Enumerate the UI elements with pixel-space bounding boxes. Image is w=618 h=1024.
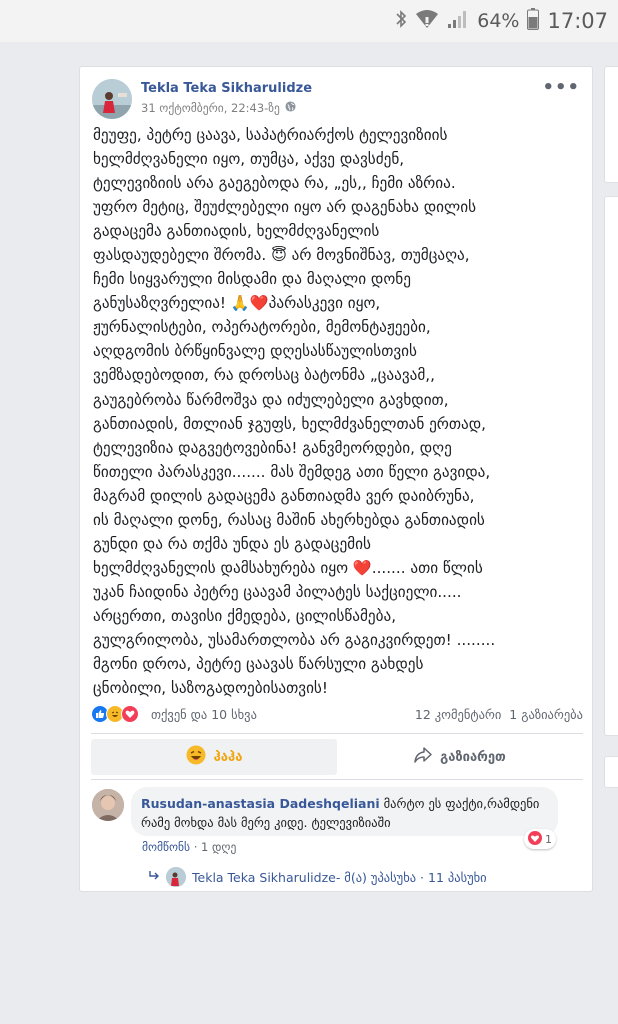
comment-reaction-badge[interactable]: 1 [524, 829, 556, 849]
side-card [604, 756, 618, 788]
post-text-line: ფასდაუდებელი შრომა. 😇 არ მოვნიშნავ, თუმც… [93, 246, 470, 265]
share-icon [414, 747, 432, 767]
post-text-line: უკან ჩაიდინა პეტრე ცაავამ პილატეს საქციე… [93, 582, 462, 601]
post-text-line: ტელევიზია დაგვეტოვებინა! განვმეორდები, დ… [93, 438, 452, 457]
battery-percent: 64% [477, 10, 520, 32]
post-text-line: უფრო მეტიც, შეუძლებელი იყო არ დაგენახა დ… [93, 198, 477, 217]
post-text-line: ჟურნალისტები, ოპერატორები, მემონტაჟეები, [93, 318, 431, 337]
reactors-text[interactable]: თქვენ და 10 სხვა [151, 707, 257, 722]
reactions-summary[interactable]: თქვენ და 10 სხვა 12 კომენტარი 1 გაზიარებ… [91, 705, 583, 727]
reaction-label: ჰაჰა [213, 749, 243, 765]
comment-like-link[interactable]: მომწონს [142, 840, 190, 854]
post-text-line: ჩემი სიყვარული მისდამი და მაღალი დონე [93, 270, 411, 289]
replies-text: Tekla Teka Sikharulidze- მ(ა) უპასუხა · … [192, 869, 487, 885]
post-text-line: აღდგომის ბრწყინვალე დღესასწაულისთვის [93, 342, 417, 361]
love-reaction-icon [121, 705, 139, 723]
post-text-line: არცერთი, თავისი ქმედება, ცილისწამება, [93, 606, 397, 625]
bluetooth-icon [395, 9, 407, 33]
globe-icon [285, 101, 296, 115]
post-meta: 31 ოქტომბერი, 22:43-ზე [141, 101, 296, 115]
post-text-line: ცნობილი, საზოგადოებისათვის! [93, 679, 328, 698]
post-text-line: გაუგებრობა წარმოშვა და იძულებელი გავხდით… [93, 390, 449, 409]
post-text-line: გუნდი და რა თქმა უნდა ეს გადაცემის [93, 534, 371, 553]
post-text-line: განუსაზღვრელია! 🙏❤️პარასკევი იყო, [93, 294, 381, 313]
post-text-line: მაგრამ დილის გადაცემა განთიადმა ვერ დაიბ… [93, 486, 475, 505]
post-text-line: გადაცემა განთიადის, ხელმძღვანელის [93, 222, 380, 241]
post-text-line: ტელევიზიის არა გაეგებოდა რა, „ეს,, ჩემი … [93, 174, 456, 193]
reply-arrow-icon [148, 870, 160, 885]
more-options-icon[interactable]: ••• [542, 77, 580, 98]
comment-bubble: Rusudan-anastasia Dadeshqeliani მარტო ეს… [131, 787, 558, 836]
post-timestamp[interactable]: 31 ოქტომბერი, 22:43-ზე [141, 101, 280, 115]
wifi-icon [415, 9, 439, 33]
author-avatar[interactable] [92, 79, 132, 119]
post-text-line: ვემზადებოდით, რა დროსაც ბატონმა „ცაავამ,… [93, 366, 435, 385]
replies-link[interactable]: Tekla Teka Sikharulidze- მ(ა) უპასუხა · … [148, 867, 487, 887]
commenter-avatar[interactable] [92, 789, 124, 821]
comment-reaction-count: 1 [545, 832, 552, 846]
signal-icon [447, 9, 469, 33]
side-card [604, 196, 618, 736]
divider [91, 779, 583, 780]
post-text-line: მეუფე, პეტრე ცაავა, საპატრიარქოს ტელევიზ… [93, 126, 448, 144]
share-button[interactable]: გაზიარეთ [337, 739, 583, 775]
comment-author[interactable]: Rusudan-anastasia Dadeshqeliani [141, 796, 380, 811]
post-actions: ჰაჰა გაზიარეთ [91, 739, 583, 775]
post-text-line: ის მაღალი დონე, რასაც მაშინ ახერხებდა გა… [93, 510, 485, 529]
love-reaction-icon [528, 830, 542, 848]
status-bar: 64% 17:07 [0, 0, 618, 42]
post-text-line: გულგრილობა, უსამართლობა არ გაგიკვირდეთ! … [93, 630, 496, 649]
post-text-line: ხელმძღვანელის დამსახურება იყო ❤️....... … [93, 558, 483, 577]
post-text-line: ხელმძღვანელი იყო, თუმცა, აქვე დავსძენ, [93, 150, 405, 169]
post-text-line: მგონი დროა, პეტრე ცაავას წარსული გახდეს [93, 655, 424, 674]
share-label: გაზიარეთ [440, 749, 506, 765]
post-card: Tekla Teka Sikharulidze 31 ოქტომბერი, 22… [79, 66, 593, 892]
comment-age[interactable]: 1 დღე [201, 840, 236, 854]
reaction-button[interactable]: ჰაჰა [91, 739, 337, 775]
post-text-line: განთიადის, მთლიან ჯგუფს, ხელმძვანელთან ე… [93, 414, 487, 433]
comment-actions: მომწონს · 1 დღე [142, 840, 237, 854]
replier-avatar [166, 867, 186, 887]
post-author[interactable]: Tekla Teka Sikharulidze [141, 81, 312, 96]
side-card [604, 66, 618, 183]
post-text: მეუფე, პეტრე ცაავა, საპატრიარქოს ტელევიზ… [93, 123, 587, 700]
haha-icon [186, 745, 206, 769]
post-text-line: წითელი პარასკევი....... მას შემდეგ ათი წ… [93, 462, 491, 481]
battery-icon [527, 8, 540, 34]
divider [91, 733, 583, 734]
clock: 17:07 [547, 9, 608, 33]
comments-shares-count[interactable]: 12 კომენტარი 1 გაზიარება [415, 707, 583, 722]
